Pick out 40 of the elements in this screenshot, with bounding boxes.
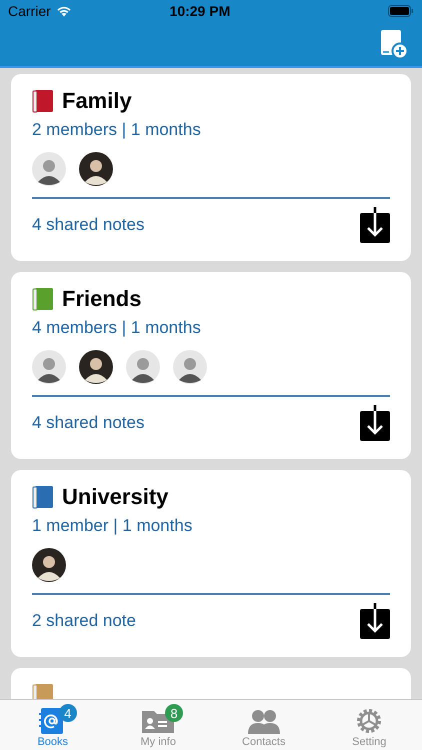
add-book-icon <box>380 29 408 59</box>
avatar <box>32 548 66 582</box>
battery-icon <box>388 5 414 17</box>
download-button[interactable] <box>360 602 390 638</box>
id-card-icon <box>141 708 176 734</box>
tab[interactable]: 8 My info <box>106 700 211 750</box>
shared-notes-count: 4 shared notes <box>32 214 144 234</box>
book-meta: 1 member | 1 months <box>32 516 194 536</box>
download-icon <box>360 206 390 242</box>
book-meta: 4 members | 1 months <box>32 318 202 338</box>
badge: 4 <box>58 704 77 722</box>
tab[interactable]: Contacts <box>211 700 316 750</box>
book-title: Family <box>62 88 132 114</box>
carrier-name: Carrier <box>8 3 51 19</box>
book-card[interactable]: Family 2 members | 1 months 4 shared notes <box>11 74 411 261</box>
avatar <box>79 350 113 384</box>
contacts-icon <box>246 708 281 734</box>
shared-notes-count: 4 shared notes <box>32 412 144 432</box>
status-time: 10:29 PM <box>168 3 232 19</box>
avatar <box>79 152 113 186</box>
tab[interactable]: 4 Books <box>0 700 106 750</box>
wifi-icon <box>56 5 72 17</box>
tab[interactable]: Setting <box>316 700 422 750</box>
book-title: Friends <box>62 286 142 312</box>
download-icon <box>360 404 390 440</box>
book-title: University <box>62 484 168 510</box>
avatar <box>126 350 160 384</box>
book-meta: 2 members | 1 months <box>32 120 202 140</box>
download-icon <box>360 602 390 638</box>
gear-icon <box>355 707 384 735</box>
avatar <box>32 350 66 384</box>
download-button[interactable] <box>360 206 390 242</box>
book-card[interactable]: University 1 member | 1 months 2 shared note <box>11 470 411 657</box>
shared-notes-count: 2 shared note <box>32 610 136 630</box>
download-button[interactable] <box>360 404 390 440</box>
badge: 8 <box>165 704 184 722</box>
book-card[interactable]: Friends 4 members | 1 months 4 shared notes <box>11 272 411 459</box>
avatar <box>32 152 66 186</box>
avatar <box>173 350 207 384</box>
add-book-button[interactable] <box>380 29 408 59</box>
